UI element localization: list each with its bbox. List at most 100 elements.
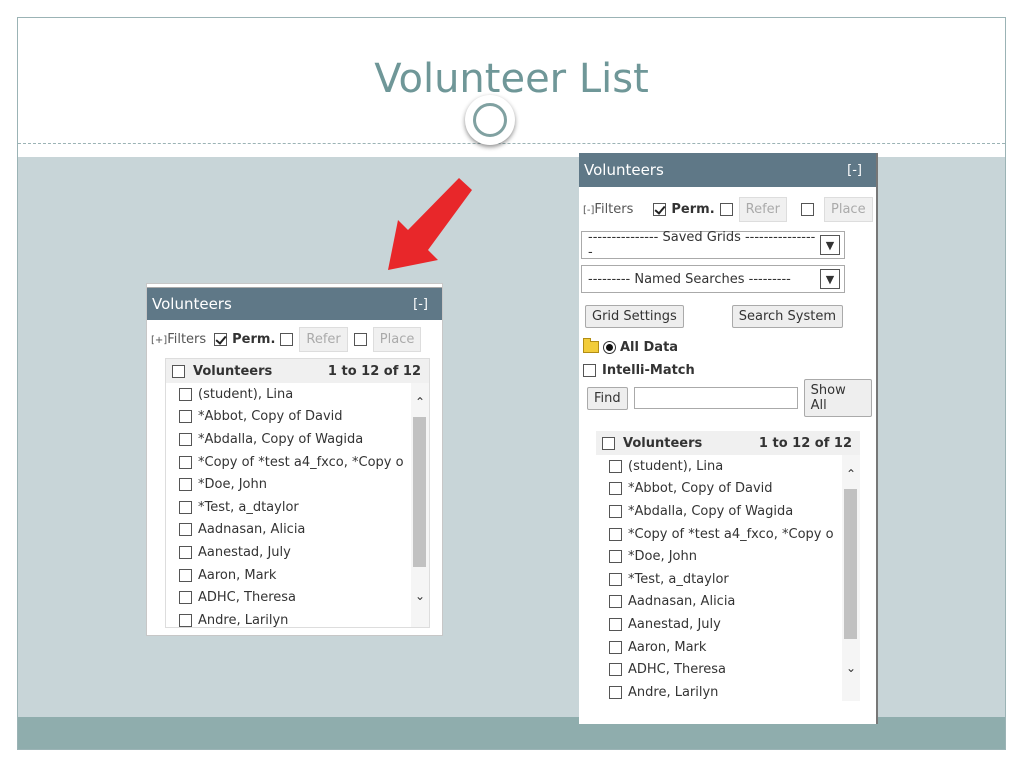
- row-checkbox[interactable]: [609, 527, 622, 541]
- volunteer-name: *Doe, John: [628, 549, 697, 565]
- filters-toggle[interactable]: [-]Filters: [583, 202, 633, 217]
- grid-scrollbar[interactable]: ⌃ ⌄: [842, 455, 860, 701]
- show-all-button[interactable]: Show All: [803, 379, 872, 417]
- scroll-down-icon[interactable]: ⌄: [842, 661, 860, 675]
- row-checkbox[interactable]: [609, 617, 622, 631]
- row-checkbox[interactable]: [609, 663, 622, 677]
- place-button[interactable]: Place: [372, 326, 422, 352]
- saved-grids-value: --------------- Saved Grids ------------…: [588, 230, 816, 260]
- table-row[interactable]: *Doe, John: [596, 545, 860, 568]
- volunteer-name: Aaron, Mark: [198, 567, 277, 583]
- volunteer-name: (student), Lina: [628, 458, 724, 474]
- named-searches-value: --------- Named Searches ---------: [588, 271, 791, 287]
- table-row[interactable]: *Doe, John: [166, 473, 429, 496]
- table-row[interactable]: Andre, Larilyn: [166, 609, 429, 627]
- find-input[interactable]: [633, 387, 798, 409]
- grid-settings-button[interactable]: Grid Settings: [585, 304, 684, 328]
- filters-label: Filters: [594, 201, 634, 217]
- volunteers-panel-large: Volunteers [-] [-]Filters Perm. Refer Pl…: [579, 153, 878, 724]
- table-row[interactable]: Andre, Larilyn: [596, 681, 860, 701]
- table-row[interactable]: ADHC, Theresa: [166, 586, 429, 609]
- row-checkbox[interactable]: [609, 595, 622, 609]
- volunteer-name: *Abdalla, Copy of Wagida: [198, 431, 364, 447]
- panel-header: Volunteers [-]: [147, 288, 442, 320]
- row-checkbox[interactable]: [609, 572, 622, 586]
- table-row[interactable]: ADHC, Theresa: [596, 658, 860, 681]
- select-all-checkbox[interactable]: [172, 364, 185, 378]
- refer-button[interactable]: Refer: [299, 326, 348, 352]
- grid-title: Volunteers: [623, 435, 703, 451]
- row-checkbox[interactable]: [179, 432, 192, 446]
- select-all-checkbox[interactable]: [602, 436, 615, 450]
- scroll-up-icon[interactable]: ⌃: [842, 467, 860, 481]
- table-row[interactable]: (student), Lina: [166, 383, 429, 406]
- row-checkbox[interactable]: [609, 504, 622, 518]
- row-checkbox[interactable]: [179, 410, 192, 424]
- table-row[interactable]: Aadnasan, Alicia: [166, 519, 429, 542]
- row-checkbox[interactable]: [179, 455, 192, 469]
- row-checkbox[interactable]: [179, 545, 192, 559]
- volunteer-name: *Copy of *test a4_fxco, *Copy o: [198, 454, 404, 470]
- table-row[interactable]: *Test, a_dtaylor: [596, 568, 860, 591]
- place-checkbox[interactable]: [801, 202, 815, 216]
- all-data-radio[interactable]: [603, 340, 616, 354]
- table-row[interactable]: *Copy of *test a4_fxco, *Copy o: [596, 523, 860, 546]
- table-row[interactable]: Aanestad, July: [166, 541, 429, 564]
- table-row[interactable]: *Abbot, Copy of David: [166, 406, 429, 429]
- table-row[interactable]: *Abdalla, Copy of Wagida: [166, 428, 429, 451]
- search-system-button[interactable]: Search System: [731, 304, 844, 328]
- find-button[interactable]: Find: [587, 386, 628, 410]
- table-row[interactable]: *Copy of *test a4_fxco, *Copy o: [166, 451, 429, 474]
- volunteer-name: *Abbot, Copy of David: [198, 409, 343, 425]
- table-row[interactable]: Aanestad, July: [596, 613, 860, 636]
- row-checkbox[interactable]: [609, 640, 622, 654]
- panel-title: Volunteers: [584, 161, 664, 179]
- grid-count: 1 to 12 of 12: [327, 363, 421, 379]
- scroll-thumb[interactable]: [844, 489, 857, 639]
- folder-icon: [583, 338, 599, 353]
- scroll-down-icon[interactable]: ⌄: [411, 589, 429, 603]
- perm-checkbox[interactable]: [214, 332, 228, 346]
- volunteer-name: *Test, a_dtaylor: [198, 499, 299, 515]
- row-checkbox[interactable]: [179, 613, 192, 627]
- perm-checkbox[interactable]: [653, 202, 667, 216]
- row-checkbox[interactable]: [179, 591, 192, 605]
- intelli-match-checkbox[interactable]: [583, 363, 596, 377]
- row-checkbox[interactable]: [179, 523, 192, 537]
- place-button[interactable]: Place: [824, 196, 873, 222]
- scroll-thumb[interactable]: [413, 417, 426, 567]
- filters-toggle[interactable]: [+]Filters: [151, 332, 206, 347]
- row-checkbox[interactable]: [179, 478, 192, 492]
- refer-checkbox[interactable]: [719, 202, 733, 216]
- volunteers-grid: Volunteers 1 to 12 of 12 (student), Lina…: [165, 358, 430, 628]
- perm-label: Perm.: [671, 201, 715, 217]
- named-searches-select[interactable]: --------- Named Searches --------- ▼: [581, 265, 845, 293]
- table-row[interactable]: (student), Lina: [596, 455, 860, 478]
- row-checkbox[interactable]: [179, 568, 192, 582]
- volunteers-panel-small: Volunteers [-] [+]Filters Perm. Refer Pl…: [146, 283, 443, 636]
- red-arrow-icon: [388, 178, 472, 270]
- table-row[interactable]: *Abdalla, Copy of Wagida: [596, 500, 860, 523]
- row-checkbox[interactable]: [179, 500, 192, 514]
- row-checkbox[interactable]: [609, 550, 622, 564]
- table-row[interactable]: Aaron, Mark: [166, 564, 429, 587]
- row-checkbox[interactable]: [609, 685, 622, 699]
- collapse-toggle[interactable]: [-]: [413, 297, 428, 312]
- saved-grids-select[interactable]: --------------- Saved Grids ------------…: [581, 230, 845, 260]
- place-checkbox[interactable]: [353, 332, 367, 346]
- table-row[interactable]: Aadnasan, Alicia: [596, 591, 860, 614]
- table-row[interactable]: Aaron, Mark: [596, 636, 860, 659]
- row-checkbox[interactable]: [609, 459, 622, 473]
- row-checkbox[interactable]: [179, 387, 192, 401]
- grid-scrollbar[interactable]: ⌃ ⌄: [411, 383, 429, 627]
- scroll-up-icon[interactable]: ⌃: [411, 395, 429, 409]
- collapse-toggle[interactable]: [-]: [847, 163, 862, 178]
- filters-prefix: [-]: [583, 204, 595, 216]
- table-row[interactable]: *Abbot, Copy of David: [596, 478, 860, 501]
- volunteer-name: Aaron, Mark: [628, 639, 707, 655]
- refer-checkbox[interactable]: [280, 332, 294, 346]
- table-row[interactable]: *Test, a_dtaylor: [166, 496, 429, 519]
- volunteer-name: *Abdalla, Copy of Wagida: [628, 503, 794, 519]
- row-checkbox[interactable]: [609, 482, 622, 496]
- refer-button[interactable]: Refer: [738, 196, 788, 222]
